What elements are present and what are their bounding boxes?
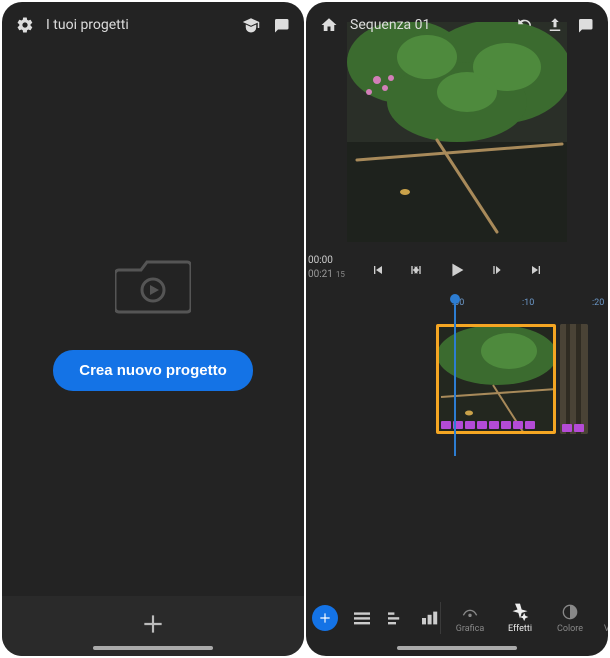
skip-start-icon[interactable]	[370, 262, 386, 278]
step-forward-icon[interactable]	[490, 262, 506, 278]
tab-label: Velocità	[604, 624, 608, 634]
home-icon[interactable]	[320, 16, 338, 34]
tab-colore[interactable]: Colore	[549, 602, 591, 634]
projects-empty-state: Crea nuovo progetto	[2, 48, 304, 596]
home-indicator	[397, 646, 517, 650]
chat-icon[interactable]	[576, 16, 594, 34]
projects-bottombar	[2, 596, 304, 656]
editor-toolrow: Grafica Effetti Colore Velocità Au	[306, 594, 608, 642]
tab-label: Colore	[557, 624, 583, 634]
gear-icon[interactable]	[16, 16, 34, 34]
projects-screen: I tuoi progetti Crea nuovo progetto	[2, 2, 304, 656]
projects-topbar: I tuoi progetti	[2, 2, 304, 48]
sequence-title[interactable]: Sequenza 01	[350, 17, 430, 33]
chat-icon[interactable]	[272, 16, 290, 34]
share-icon[interactable]	[546, 16, 564, 34]
skip-end-icon[interactable]	[528, 262, 544, 278]
video-preview[interactable]	[347, 22, 567, 242]
projects-title: I tuoi progetti	[46, 17, 129, 33]
tab-label: Effetti	[508, 624, 532, 634]
create-project-button[interactable]: Crea nuovo progetto	[53, 350, 253, 391]
tab-label: Grafica	[456, 624, 485, 634]
transport-controls	[306, 254, 608, 286]
tab-velocita[interactable]: Velocità	[599, 602, 608, 634]
tab-grafica[interactable]: Grafica	[449, 602, 491, 634]
project-panel-icon[interactable]	[352, 610, 372, 626]
editor-topbar: Sequenza 01	[306, 2, 608, 48]
track-view-icon[interactable]	[386, 610, 406, 626]
timeline[interactable]	[306, 314, 608, 454]
toolrow-divider	[440, 602, 441, 634]
ruler-tick: :20	[592, 298, 604, 308]
plus-icon[interactable]	[140, 611, 166, 641]
tab-effetti[interactable]: Effetti	[499, 602, 541, 634]
video-preview-wrap	[306, 22, 608, 242]
add-media-button[interactable]	[312, 605, 338, 631]
learn-icon[interactable]	[242, 16, 260, 34]
step-back-icon[interactable]	[408, 262, 424, 278]
layout-icon[interactable]	[420, 610, 440, 626]
undo-icon[interactable]	[516, 16, 534, 34]
timeline-clip[interactable]	[560, 324, 588, 434]
editor-screen: Sequenza 01 00:00 00:2115 :00 :10 :20	[306, 2, 608, 656]
clip-audio-track	[560, 424, 586, 434]
play-icon[interactable]	[446, 259, 468, 281]
home-indicator	[93, 646, 213, 650]
folder-play-icon	[115, 254, 191, 320]
ruler-tick: :10	[522, 298, 534, 308]
playhead[interactable]	[454, 298, 456, 456]
